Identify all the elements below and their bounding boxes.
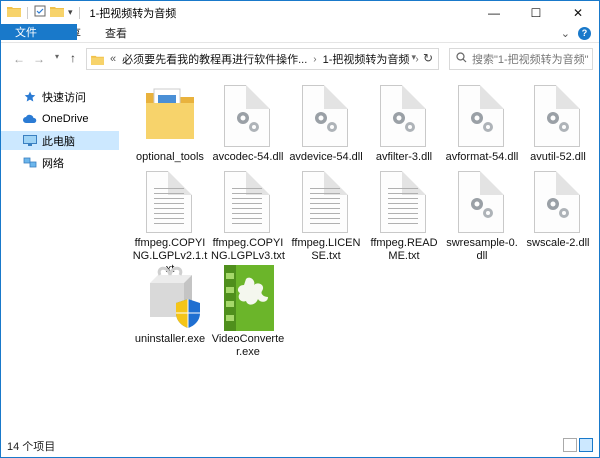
navigation-bar: ← → ▾ ↑ « 必须要先看我的教程再进行软件操作... › 1-把视频转为音… [1, 44, 599, 74]
address-prefix[interactable]: « [110, 53, 116, 65]
computer-icon [23, 134, 37, 147]
refresh-icon[interactable]: ↻ [423, 51, 433, 65]
file-name: avcodec-54.dll [212, 151, 284, 163]
search-input[interactable]: 搜索"1-把视频转为音频" [449, 48, 593, 70]
window-title: 1-把视频转为音频 [89, 7, 177, 20]
maximize-button[interactable]: ☐ [515, 1, 557, 24]
file-name: avfilter-3.dll [375, 151, 433, 163]
sidebar-item-network[interactable]: 网络 [1, 153, 119, 172]
sidebar-item-quick-access[interactable]: 快速访问 [1, 87, 119, 106]
properties-icon[interactable] [34, 5, 46, 20]
sidebar-item-label: 此电脑 [42, 135, 75, 148]
folder-icon [7, 5, 21, 20]
breadcrumb-parent[interactable]: 必须要先看我的教程再进行软件操作... [122, 51, 307, 67]
sidebar-item-onedrive[interactable]: OneDrive [1, 109, 119, 128]
address-dropdown-icon[interactable]: ▾ [411, 52, 416, 63]
file-item-exe[interactable]: VideoConverter.exe [210, 265, 286, 359]
file-name: avutil-52.dll [530, 151, 586, 163]
divider [27, 6, 28, 19]
file-name: ffmpeg.COPYING.LGPLv3.txt [211, 237, 285, 262]
navigation-pane: 快速访问 OneDrive 此电脑 网络 [1, 81, 121, 431]
forward-arrow-icon[interactable]: → [31, 52, 47, 66]
divider [78, 6, 80, 19]
sidebar-item-label: OneDrive [42, 112, 89, 125]
item-count: 14 个项目 [7, 440, 56, 453]
ribbon-tabs: 文件 主页 共享 查看 ⌄ ? [1, 24, 599, 43]
video-converter-app-icon [218, 265, 278, 331]
file-item-dll[interactable]: avfilter-3.dll [366, 83, 442, 164]
text-file-icon [218, 169, 278, 235]
qat-dropdown-icon[interactable]: ▾ [68, 7, 73, 18]
cloud-icon [23, 113, 37, 125]
up-arrow-icon[interactable]: ↑ [65, 51, 81, 65]
file-name: ffmpeg.LICENSE.txt [291, 237, 361, 262]
file-item-txt[interactable]: ffmpeg.LICENSE.txt [288, 169, 364, 263]
file-name: avdevice-54.dll [289, 151, 363, 163]
file-item-folder[interactable]: optional_tools [132, 83, 208, 164]
file-name: avformat-54.dll [445, 151, 519, 163]
details-view-icon[interactable] [563, 438, 577, 452]
text-file-icon [296, 169, 356, 235]
star-icon [23, 91, 37, 103]
file-list: optional_tools avcodec-54.dll avdevice-5… [126, 81, 596, 431]
status-bar: 14 个项目 [1, 434, 599, 457]
file-name: optional_tools [136, 151, 204, 163]
dll-file-icon [374, 83, 434, 149]
file-item-dll[interactable]: avcodec-54.dll [210, 83, 286, 164]
sidebar-item-label: 快速访问 [42, 91, 86, 104]
dll-file-icon [218, 83, 278, 149]
file-item-dll[interactable]: avdevice-54.dll [288, 83, 364, 164]
breadcrumb-current[interactable]: 1-把视频转为音频 [323, 51, 410, 67]
file-name: ffmpeg.README.txt [370, 237, 438, 262]
chevron-right-icon[interactable]: › [313, 54, 316, 65]
title-bar: ▾ 1-把视频转为音频 — ☐ ✕ [1, 1, 599, 24]
file-item-exe[interactable]: uninstaller.exe [132, 265, 208, 346]
back-arrow-icon[interactable]: ← [11, 52, 27, 66]
explorer-window: ▾ 1-把视频转为音频 — ☐ ✕ 文件 主页 共享 查看 ⌄ ? ← → ▾ … [0, 0, 600, 458]
file-item-dll[interactable]: swresample-0.dll [444, 169, 520, 263]
text-file-icon [374, 169, 434, 235]
large-icons-view-icon[interactable] [579, 438, 593, 452]
network-icon [23, 157, 37, 169]
file-name: VideoConverter.exe [211, 333, 285, 358]
file-item-txt[interactable]: ffmpeg.COPYING.LGPLv2.1.txt [132, 169, 208, 276]
folder-icon [140, 83, 200, 149]
search-placeholder: 搜索"1-把视频转为音频" [472, 54, 589, 66]
tab-file[interactable]: 文件 [1, 24, 77, 40]
dll-file-icon [452, 83, 512, 149]
sidebar-item-this-pc[interactable]: 此电脑 [1, 131, 119, 150]
new-folder-icon[interactable] [50, 5, 64, 20]
folder-icon [91, 54, 104, 65]
text-file-icon [140, 169, 200, 235]
tab-view[interactable]: 查看 [93, 24, 139, 42]
file-item-txt[interactable]: ffmpeg.README.txt [366, 169, 442, 263]
file-item-txt[interactable]: ffmpeg.COPYING.LGPLv3.txt [210, 169, 286, 263]
close-button[interactable]: ✕ [557, 1, 599, 24]
dll-file-icon [528, 83, 588, 149]
sidebar-item-label: 网络 [42, 157, 64, 170]
address-bar[interactable]: « 必须要先看我的教程再进行软件操作... › 1-把视频转为音频 › ▾ ↻ [86, 48, 439, 70]
quick-access-toolbar: ▾ [1, 5, 82, 20]
minimize-button[interactable]: — [473, 1, 515, 24]
dll-file-icon [528, 169, 588, 235]
file-item-dll[interactable]: avformat-54.dll [444, 83, 520, 164]
file-name: uninstaller.exe [134, 333, 206, 345]
search-icon [456, 52, 467, 66]
uninstaller-icon [140, 265, 200, 331]
recent-locations-icon[interactable]: ▾ [49, 52, 65, 61]
file-name: swscale-2.dll [526, 237, 590, 249]
help-icon[interactable]: ? [578, 26, 591, 40]
dll-file-icon [452, 169, 512, 235]
file-name: swresample-0.dll [446, 237, 518, 262]
file-item-dll[interactable]: avutil-52.dll [520, 83, 596, 164]
dll-file-icon [296, 83, 356, 149]
ribbon-collapse-icon[interactable]: ⌄ [561, 27, 570, 40]
file-item-dll[interactable]: swscale-2.dll [520, 169, 596, 250]
